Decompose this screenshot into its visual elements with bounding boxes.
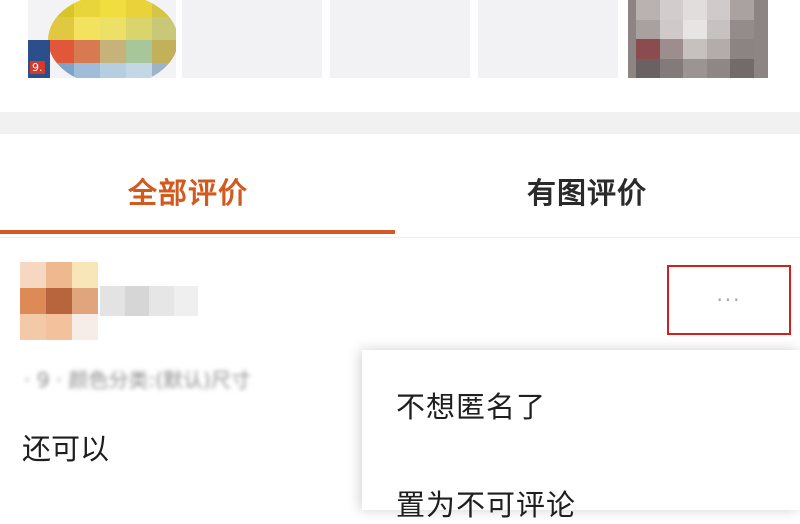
review-tabs: 全部评价 有图评价 (0, 134, 800, 238)
review-photo-strip: 9. (0, 0, 800, 80)
username-blurred (100, 286, 198, 316)
price-badge: 9. (30, 61, 45, 74)
options-menu: 不想匿名了 置为不可评论 (362, 350, 800, 522)
tab-photo-reviews[interactable]: 有图评价 (527, 170, 647, 212)
review-photo-2[interactable] (182, 0, 322, 78)
active-tab-indicator (0, 230, 395, 234)
review-photo-4[interactable] (478, 0, 618, 78)
section-separator (0, 112, 800, 134)
review-text: 还可以 (22, 432, 110, 466)
menu-item-cancel-anonymous[interactable]: 不想匿名了 (396, 384, 546, 426)
review-photo-3[interactable] (330, 0, 470, 78)
review-photo-1[interactable]: 9. (28, 0, 176, 78)
more-options-button[interactable]: ··· (667, 265, 791, 335)
more-dots-icon: ··· (716, 288, 742, 312)
review-photo-5[interactable] (628, 0, 768, 78)
tabs-divider (0, 237, 800, 238)
review-meta: · 9 · 颜色分类:(默认)尺寸 (24, 368, 251, 390)
avatar[interactable] (20, 262, 98, 340)
menu-item-disable-comments[interactable]: 置为不可评论 (396, 482, 576, 524)
tab-all-reviews[interactable]: 全部评价 (128, 170, 248, 212)
